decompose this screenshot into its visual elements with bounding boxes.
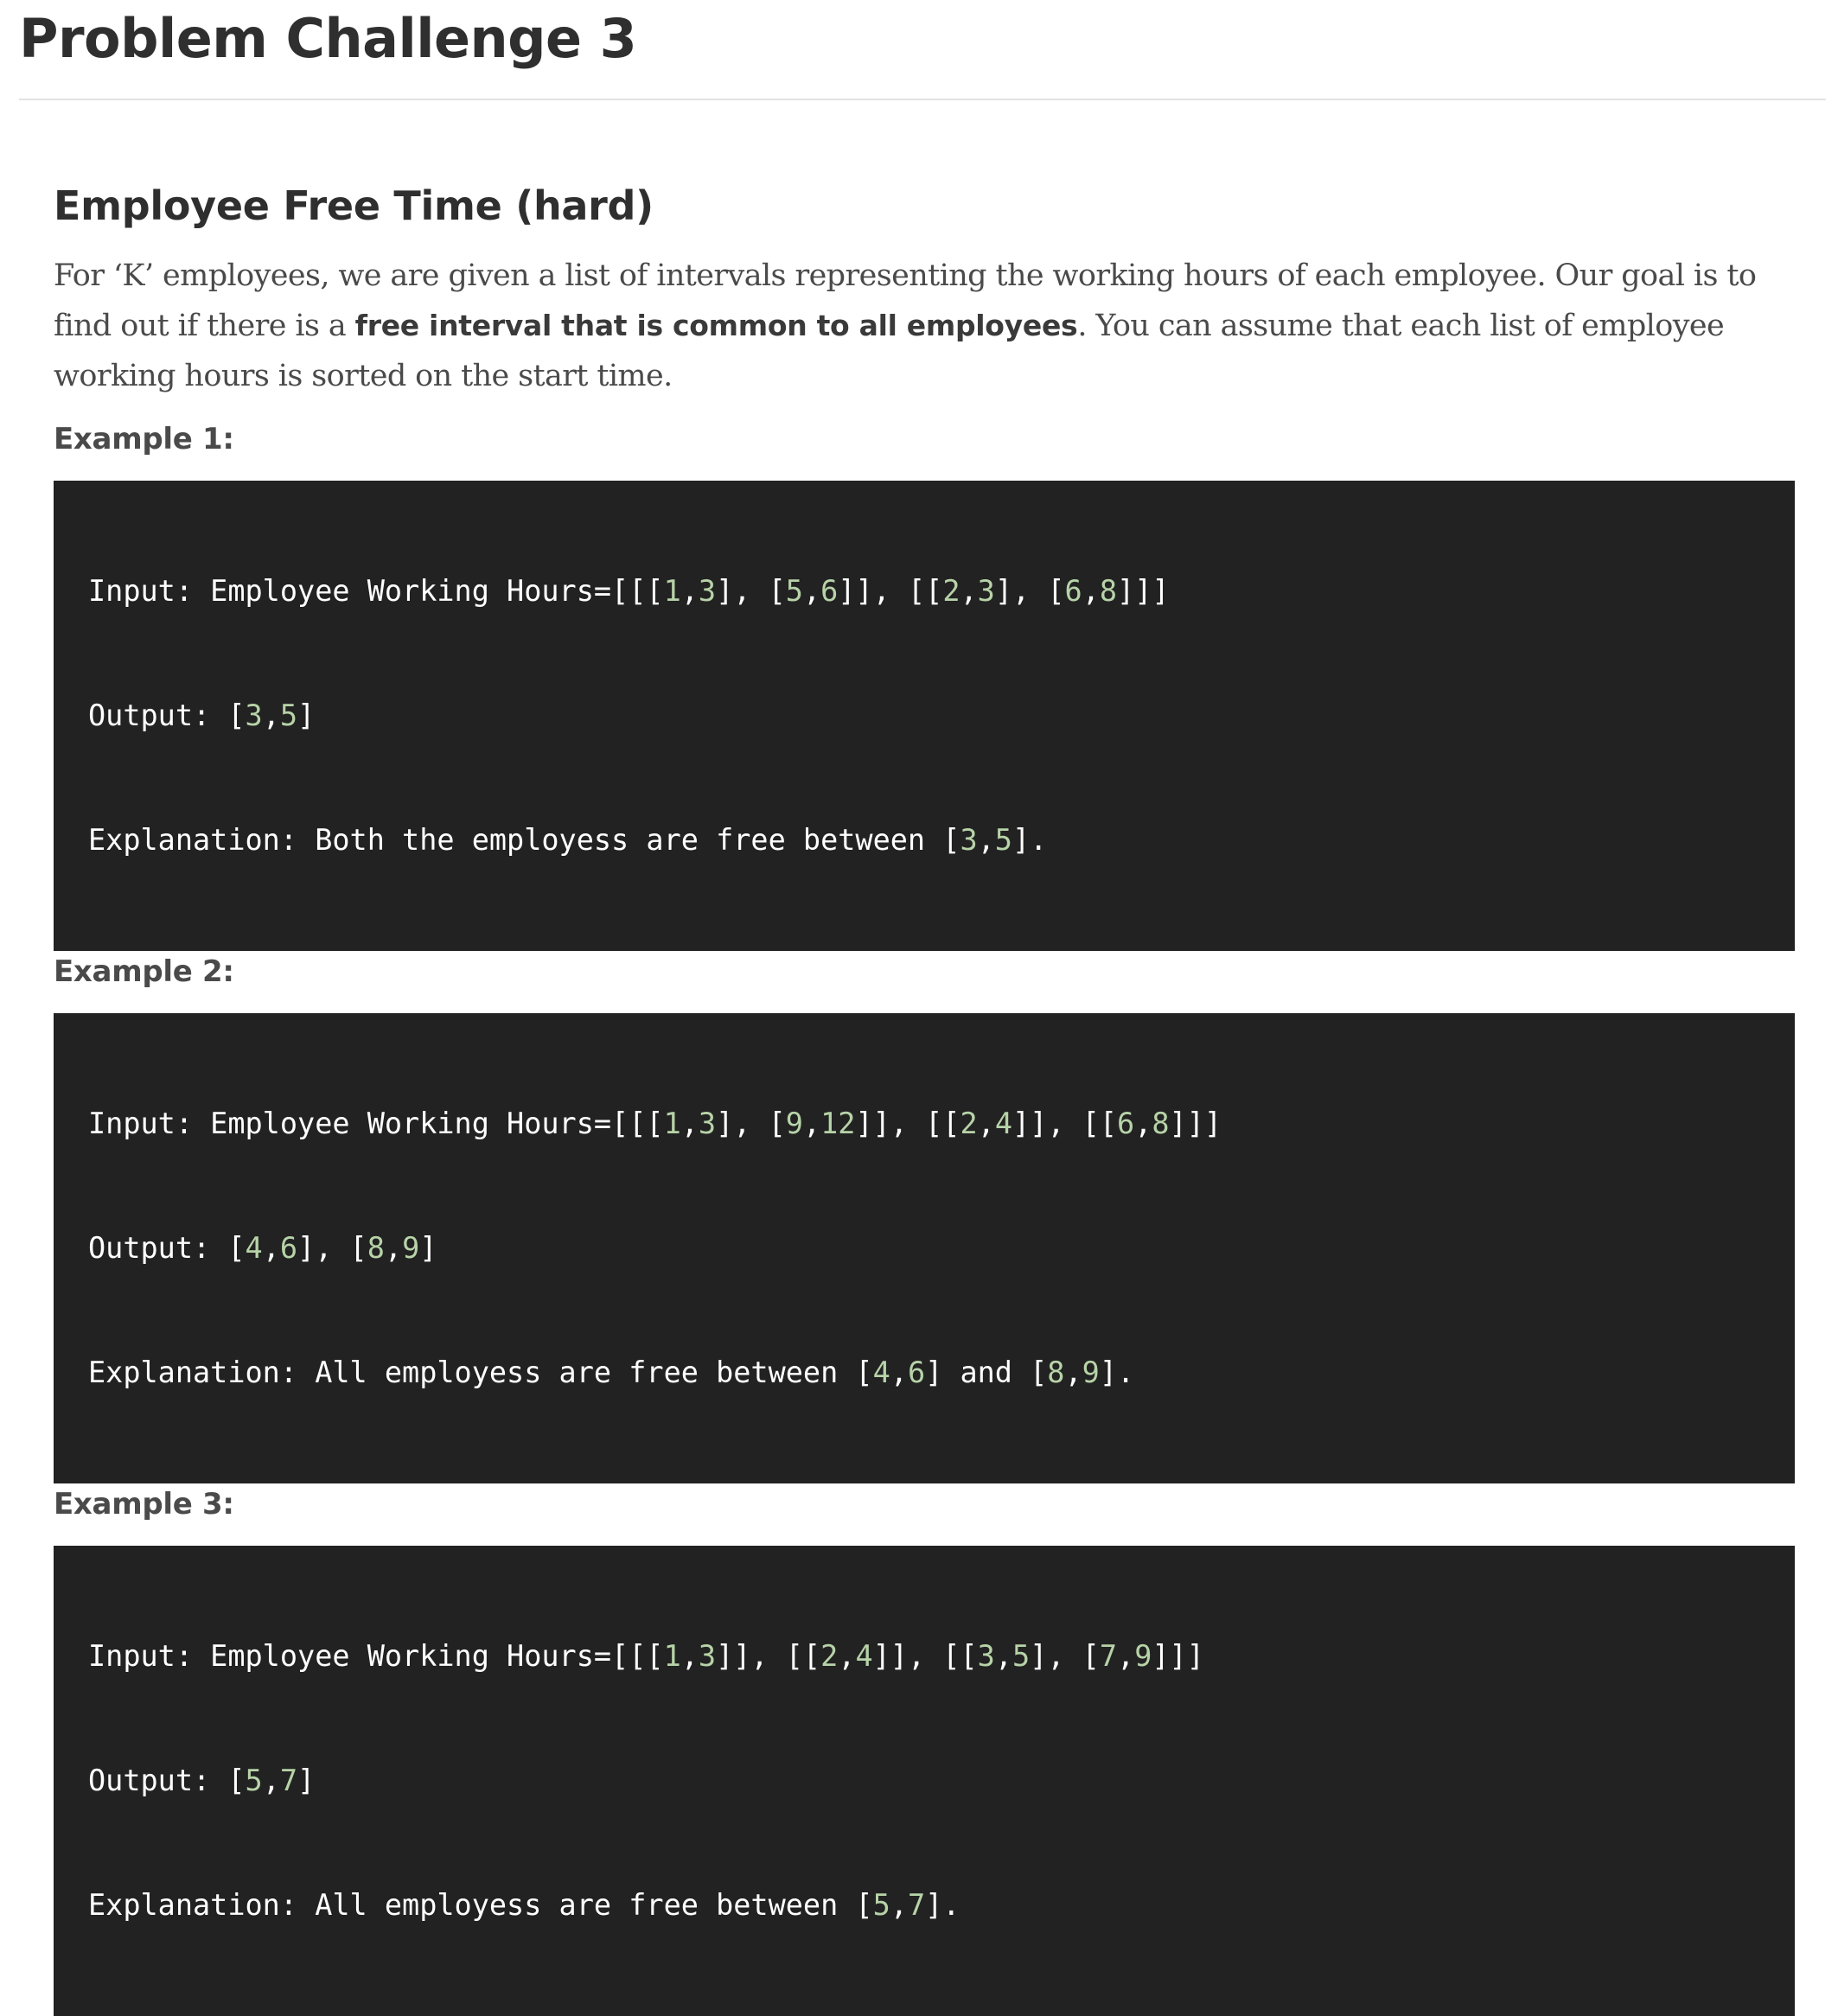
problem-section: Employee Free Time (hard) For ‘K’ employ…: [54, 173, 1795, 2016]
problem-title: Employee Free Time (hard): [54, 182, 654, 229]
description-emphasis: free interval that is common to all empl…: [354, 309, 1078, 342]
example-3-output-line: Output: [5,7]: [88, 1764, 316, 1797]
example-1-label: Example 1:: [54, 422, 234, 456]
example-1-output-line: Output: [3,5]: [88, 699, 316, 732]
example-1-input-line: Input: Employee Working Hours=[[[1,3], […: [88, 574, 1170, 608]
example-3-explanation-line: Explanation: All employess are free betw…: [88, 1888, 960, 1922]
example-1-explanation-line: Explanation: Both the employess are free…: [88, 823, 1048, 857]
problem-description: For ‘K’ employees, we are given a list o…: [54, 251, 1795, 401]
title-divider: [19, 99, 1826, 100]
example-1-code-block: Input: Employee Working Hours=[[[1,3], […: [54, 481, 1795, 951]
example-2-explanation-line: Explanation: All employess are free betw…: [88, 1356, 1135, 1389]
example-3-code-block: Input: Employee Working Hours=[[[1,3]], …: [54, 1546, 1795, 2016]
example-2-input-line: Input: Employee Working Hours=[[[1,3], […: [88, 1107, 1222, 1140]
example-3-input-line: Input: Employee Working Hours=[[[1,3]], …: [88, 1639, 1204, 1673]
example-2-label: Example 2:: [54, 954, 234, 989]
page-title: Problem Challenge 3: [19, 7, 637, 70]
example-2-output-line: Output: [4,6], [8,9]: [88, 1231, 437, 1265]
example-2-code-block: Input: Employee Working Hours=[[[1,3], […: [54, 1013, 1795, 1483]
page: Problem Challenge 3 Employee Free Time (…: [0, 0, 1838, 2016]
example-3-label: Example 3:: [54, 1487, 234, 1522]
